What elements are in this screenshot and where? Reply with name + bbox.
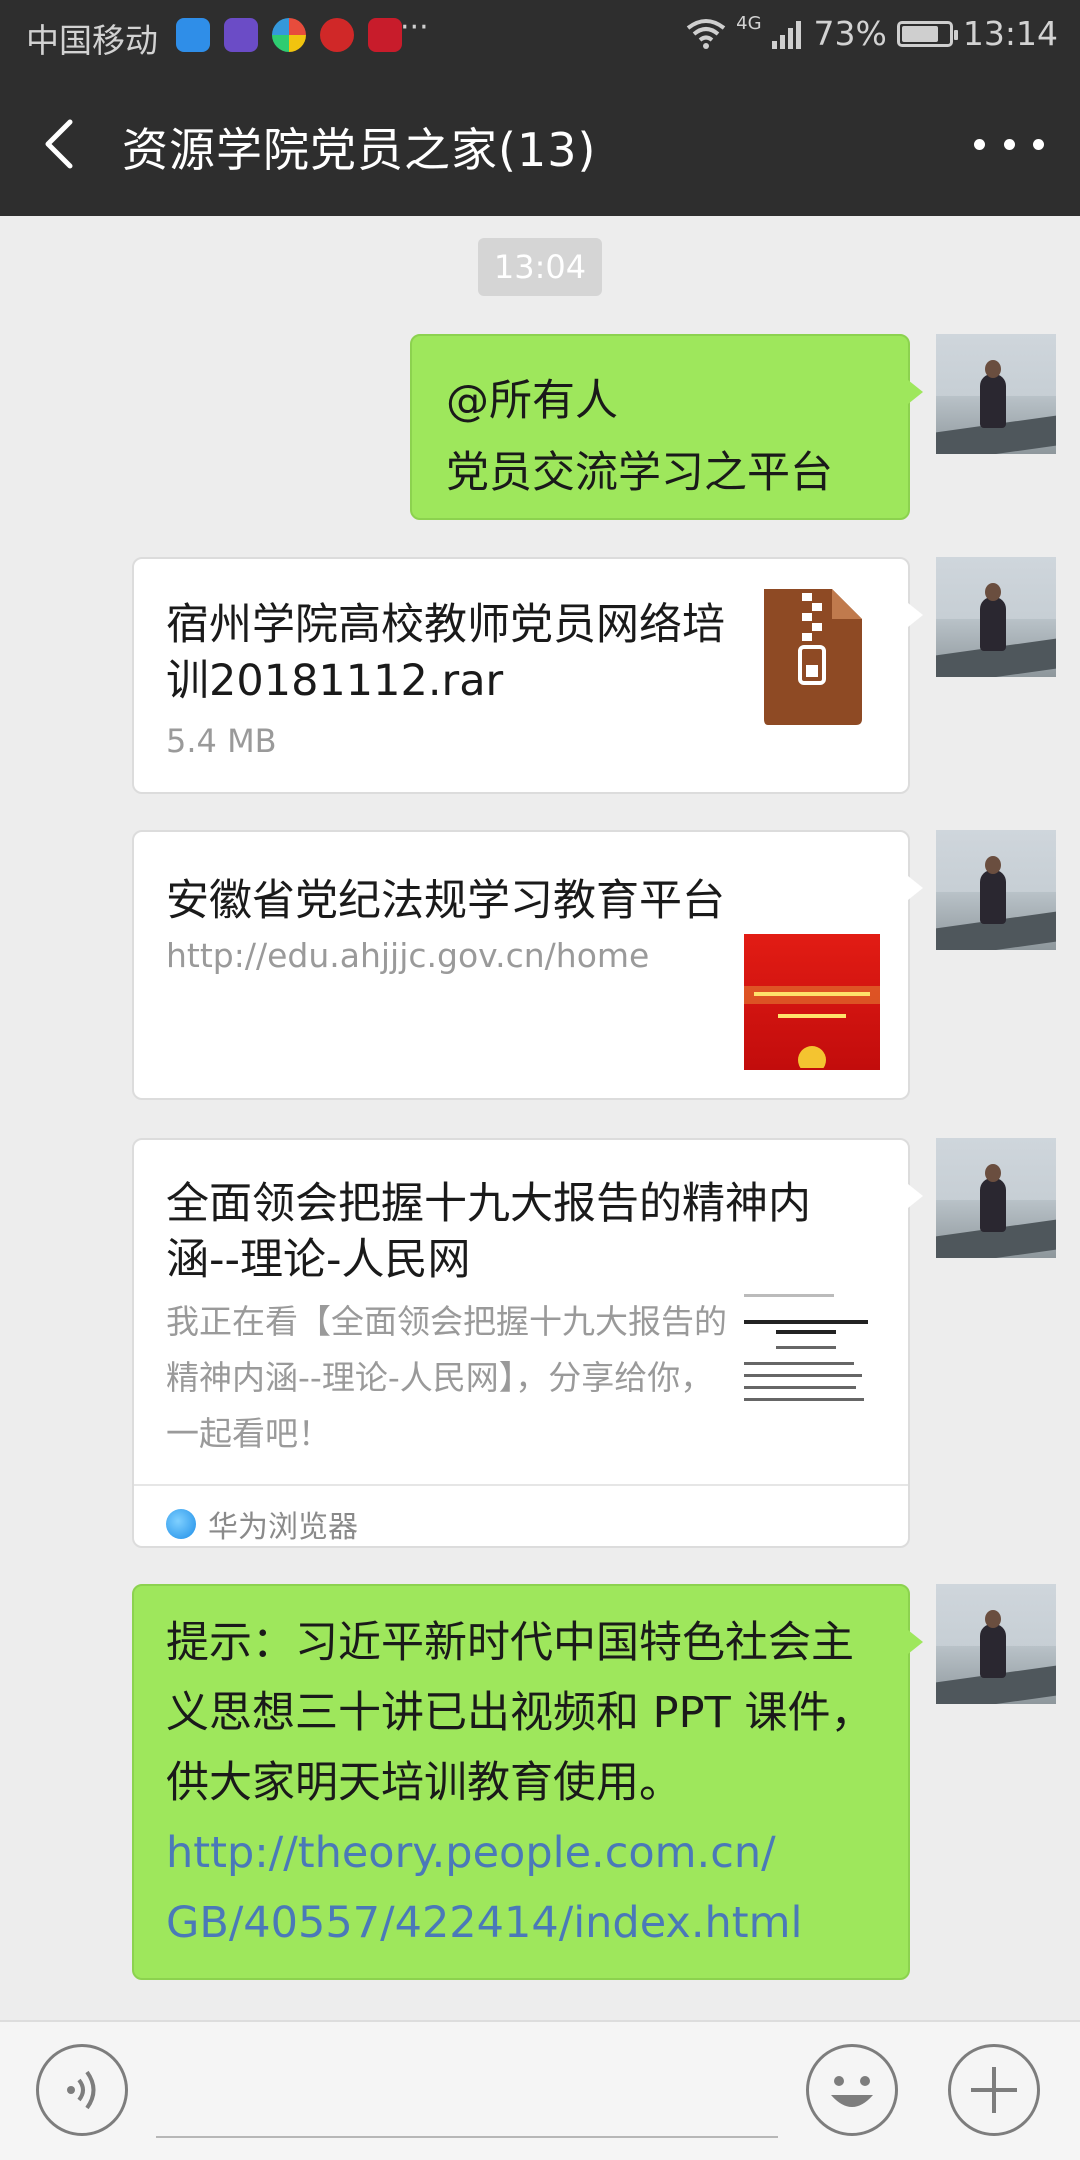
- user-avatar[interactable]: [936, 1138, 1056, 1258]
- user-avatar[interactable]: [936, 557, 1056, 677]
- user-avatar[interactable]: [936, 830, 1056, 950]
- message-input[interactable]: [156, 2136, 778, 2138]
- article-source: 华为浏览器: [166, 1502, 358, 1546]
- battery-icon: [896, 20, 958, 47]
- article-thumbnail: [738, 1290, 874, 1430]
- voice-icon: [67, 2070, 96, 2110]
- message-line: @所有人: [446, 376, 618, 426]
- zip-file-icon: [764, 589, 862, 725]
- link-title: 安徽省党纪法规学习教育平台: [166, 876, 725, 926]
- text-message[interactable]: 提示：习近平新时代中国特色社会主义思想三十讲已出视频和 PPT 课件，供大家明天…: [132, 1584, 923, 1980]
- link-thumbnail: [744, 934, 880, 1070]
- file-size: 5.4 MB: [166, 722, 277, 760]
- message-link[interactable]: http://theory.people.com.cn/: [166, 1828, 776, 1878]
- huawei-icon: [368, 18, 402, 52]
- message-text: 提示：习近平新时代中国特色社会主义思想三十讲已出视频和 PPT 课件，供大家明天…: [166, 1608, 886, 1958]
- message-timestamp: 13:04: [478, 238, 602, 296]
- article-title: 全面领会把握十九大报告的精神内涵--理论-人民网: [166, 1179, 811, 1285]
- user-avatar[interactable]: [936, 1584, 1056, 1704]
- carrier-label: 中国移动: [26, 21, 158, 60]
- more-functions-button[interactable]: [948, 2044, 1040, 2136]
- user-avatar[interactable]: [936, 334, 1056, 454]
- input-bar: [0, 2020, 1080, 2160]
- chat-header: 资源学院党员之家(13): [0, 72, 1080, 216]
- emoji-icon: [831, 2076, 873, 2107]
- emoji-button[interactable]: [806, 2044, 898, 2136]
- notification-icons: [176, 18, 402, 52]
- source-label: 华为浏览器: [208, 1510, 358, 1545]
- divider: [134, 1484, 908, 1486]
- signal-icon: [771, 20, 801, 49]
- back-arrow-icon[interactable]: [36, 116, 86, 172]
- article-description: 我正在看【全面领会把握十九大报告的精神内涵--理论-人民网】，分享给你，一起看吧…: [166, 1302, 727, 1453]
- status-bar: 中国移动 ··· 4G 73% 13:14: [0, 0, 1080, 72]
- message-body: 提示：习近平新时代中国特色社会主义思想三十讲已出视频和 PPT 课件，供大家明天…: [166, 1618, 874, 1808]
- battery-percent: 73%: [813, 14, 887, 53]
- browser-icon: [272, 18, 306, 52]
- network-type: 4G: [736, 13, 762, 34]
- link-url: http://edu.ahjjjc.gov.cn/home: [166, 936, 650, 975]
- status-right: 4G 73% 13:14: [686, 13, 1058, 53]
- clock: 13:14: [962, 14, 1058, 53]
- shared-article-message[interactable]: 全面领会把握十九大报告的精神内涵--理论-人民网 我正在看【全面领会把握十九大报…: [132, 1138, 923, 1548]
- weibo-icon: [320, 18, 354, 52]
- text-message[interactable]: @所有人 党员交流学习之平台: [410, 334, 923, 520]
- video-icon: [224, 18, 258, 52]
- file-name: 宿州学院高校教师党员网络培训20181112.rar: [166, 600, 725, 706]
- file-message[interactable]: 宿州学院高校教师党员网络培训20181112.rar 5.4 MB: [132, 557, 923, 794]
- more-notifications: ···: [400, 10, 429, 45]
- link-message[interactable]: 安徽省党纪法规学习教育平台 http://edu.ahjjjc.gov.cn/h…: [132, 830, 923, 1100]
- qq-icon: [176, 18, 210, 52]
- message-link[interactable]: GB/40557/422414/index.html: [166, 1898, 802, 1948]
- chat-title: 资源学院党员之家(13): [122, 123, 597, 177]
- huawei-browser-icon: [166, 1509, 196, 1539]
- message-line: 党员交流学习之平台: [446, 448, 833, 498]
- voice-input-button[interactable]: [36, 2044, 128, 2136]
- more-options-icon[interactable]: [974, 116, 1044, 172]
- plus-icon: [971, 2067, 1017, 2113]
- wifi-icon: [686, 18, 726, 49]
